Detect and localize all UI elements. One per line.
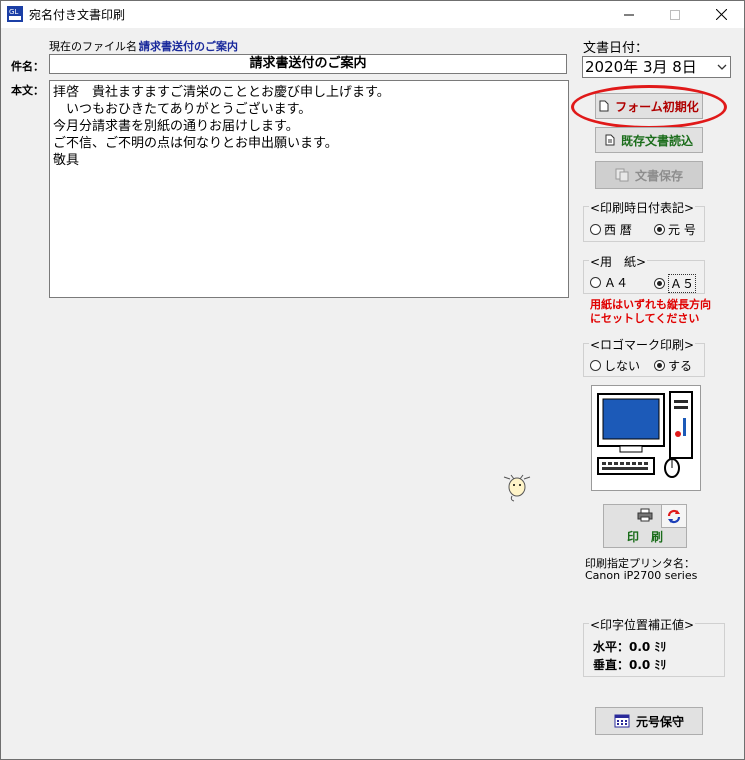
refresh-icon	[667, 509, 681, 524]
radio-western-era[interactable]: 西 暦	[590, 221, 632, 238]
radio-japanese-era[interactable]: 元 号	[654, 221, 696, 238]
body-line: 拝啓 貴社ますますご清栄のこととお慶び申し上げます。	[53, 85, 390, 100]
radio-paper-a5[interactable]: Ａ５	[654, 274, 697, 293]
close-button[interactable]	[698, 1, 744, 28]
load-document-label: 既存文書読込	[620, 133, 693, 148]
title-bar: GL 宛名付き文書印刷	[1, 1, 744, 28]
radio-button-icon	[590, 360, 601, 371]
save-document-button[interactable]: 文書保存	[595, 161, 703, 189]
mascot-icon	[502, 469, 534, 506]
offset-horizontal: 水平：0.0 ﾐﾘ	[593, 640, 667, 654]
chevron-down-icon	[717, 64, 727, 70]
computer-illustration	[591, 385, 701, 491]
paper-title: <用 紙>	[589, 253, 648, 270]
paper-note: 用紙はいずれも縦長方向 にセットしてください	[590, 298, 711, 326]
calendar-icon	[614, 714, 630, 728]
radio-label: Ａ５	[668, 274, 697, 293]
date-dropdown[interactable]: 2020年 3月 8日	[582, 56, 731, 78]
radio-label: Ａ４	[604, 276, 629, 290]
radio-button-icon	[654, 278, 665, 289]
save-document-icon	[615, 168, 629, 182]
radio-button-icon	[590, 224, 601, 235]
app-icon: GL	[6, 5, 24, 23]
body-textarea[interactable]: 拝啓 貴社ますますご清栄のこととお慶び申し上げます。 いつもおひきたてありがとう…	[49, 80, 569, 298]
date-label: 文書日付：	[583, 41, 649, 56]
paper-note-line: 用紙はいずれも縦長方向	[590, 298, 711, 311]
body-line: ご不信、ご不明の点は何なりとお申出願います。	[53, 136, 338, 151]
paper-note-line: にセットしてください	[590, 312, 700, 325]
body-line: いつもおひきたてありがとうございます。	[53, 102, 312, 117]
radio-logo-on[interactable]: する	[654, 357, 692, 374]
file-name: 請求書送付のご案内	[139, 40, 238, 53]
radio-label: する	[668, 359, 693, 373]
printer-icon	[637, 508, 653, 525]
body-line: 敬具	[53, 153, 80, 168]
radio-label: 元 号	[668, 223, 696, 237]
subject-input[interactable]: 請求書送付のご案内	[49, 54, 567, 74]
radio-label: 西 暦	[604, 223, 632, 237]
date-value: 2020年 3月 8日	[585, 58, 697, 76]
radio-button-icon	[654, 224, 665, 235]
maximize-icon	[670, 9, 680, 20]
print-label: 印 刷	[626, 529, 663, 544]
body-label: 本文：	[11, 84, 44, 97]
minimize-icon	[624, 14, 634, 15]
offset-vertical: 垂直：0.0 ﾐﾘ	[593, 658, 667, 672]
printer-name: Canon iP2700 series	[585, 569, 698, 582]
printer-settings-button[interactable]	[661, 504, 687, 528]
maximize-button[interactable]	[652, 1, 698, 28]
file-label: 現在のファイル名：	[49, 40, 148, 53]
radio-paper-a4[interactable]: Ａ４	[590, 274, 628, 291]
load-document-button[interactable]: 既存文書読込	[595, 127, 703, 153]
radio-label: しない	[604, 359, 641, 373]
radio-logo-off[interactable]: しない	[590, 357, 640, 374]
radio-button-icon	[654, 360, 665, 371]
save-document-label: 文書保存	[634, 168, 683, 183]
body-line: 今月分請求書を別紙の通りお届けします。	[53, 119, 299, 134]
main-window: GL 宛名付き文書印刷 現在のファイル名： 請求書送付のご案内 件名： 請求書送…	[0, 0, 745, 760]
save-era-label: 元号保守	[635, 714, 684, 729]
close-icon	[715, 9, 727, 20]
save-era-button[interactable]: 元号保守	[595, 707, 703, 735]
print-date-format-title: <印刷時日付表記>	[589, 199, 696, 216]
minimize-button[interactable]	[606, 1, 652, 28]
radio-button-icon	[590, 277, 601, 288]
computer-icon	[597, 391, 693, 478]
subject-label: 件名：	[11, 60, 44, 73]
svg-text:GL: GL	[9, 8, 18, 16]
logo-print-title: <ロゴマーク印刷>	[589, 336, 696, 353]
document-list-icon	[605, 134, 615, 146]
print-offset-title: <印字位置補正値>	[589, 616, 696, 633]
highlight-annotation	[571, 85, 727, 129]
window-title: 宛名付き文書印刷	[29, 8, 126, 22]
